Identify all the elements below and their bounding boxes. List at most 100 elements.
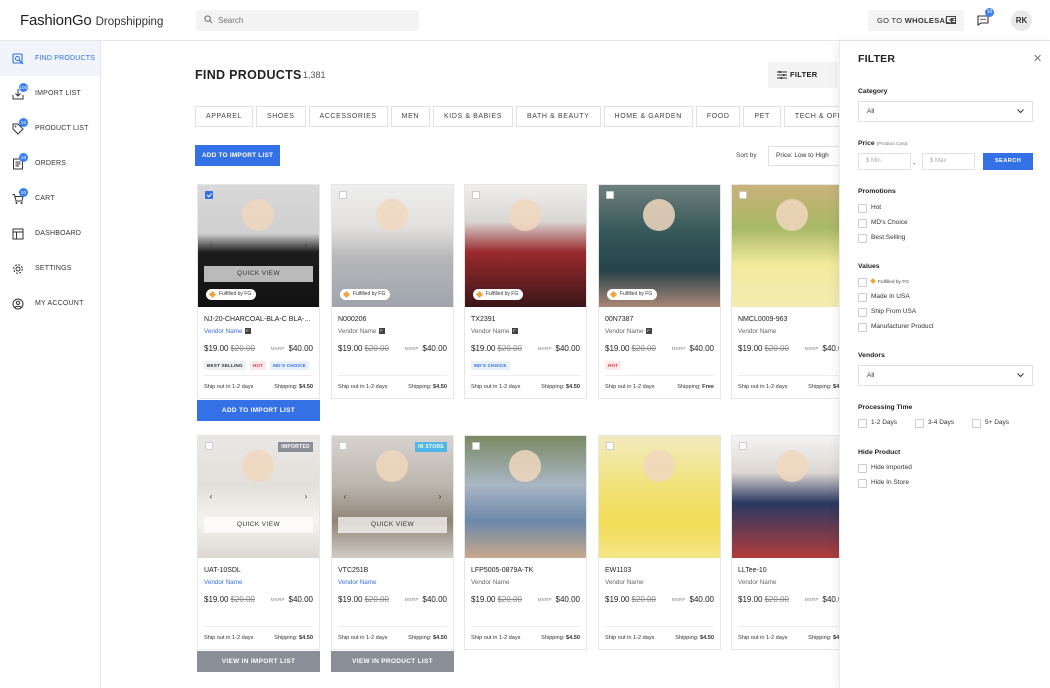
sidebar-item-orders[interactable]: 10 ORDERS xyxy=(0,146,100,181)
vendor-name[interactable]: Vendor Name xyxy=(738,328,777,335)
checkbox-1-2-days[interactable]: 1-2 Days xyxy=(858,419,897,429)
tab-kids-babies[interactable]: KIDS & BABIES xyxy=(433,106,514,127)
quick-view-button[interactable]: QUICK VIEW xyxy=(204,266,313,282)
vendor-name[interactable]: Vendor Name xyxy=(338,579,377,586)
product-checkbox[interactable] xyxy=(739,442,747,450)
product-sku[interactable]: VTC251B xyxy=(338,567,450,574)
product-checkbox[interactable] xyxy=(739,191,747,199)
product-checkbox[interactable] xyxy=(606,442,614,450)
vendor-name[interactable]: Vendor Name F xyxy=(471,328,518,335)
vendor-name[interactable]: Vendor Name xyxy=(204,579,243,586)
price-max-input[interactable]: $ Max xyxy=(922,153,975,170)
sidebar-item-find-products[interactable]: FIND PRODUCTS xyxy=(0,41,100,76)
close-icon[interactable]: ✕ xyxy=(1033,52,1042,65)
product-card[interactable]: IMPORTED ‹ › QUICK VIEW UAT-10SDL Vendor Name… xyxy=(197,435,320,650)
tab-food[interactable]: FOOD xyxy=(695,106,741,127)
add-to-import-list-card-button[interactable]: ADD TO IMPORT LIST xyxy=(197,400,320,421)
product-card[interactable]: Fulfilled by FG N000206 Vendor Name F $19.00… xyxy=(331,184,454,399)
product-sku[interactable]: NMCL0009-963 xyxy=(738,316,850,323)
chevron-right-icon[interactable]: › xyxy=(301,492,311,502)
product-sku[interactable]: LLTee-10 xyxy=(738,567,850,574)
product-sku[interactable]: TX2391 xyxy=(471,316,583,323)
product-sku[interactable]: UAT-10SDL xyxy=(204,567,316,574)
vendor-name[interactable]: Vendor Name xyxy=(738,579,777,586)
product-card[interactable]: NMCL0009-963 Vendor Name $19.00 $20.00 MSRP $… xyxy=(731,184,854,399)
tab-shoes[interactable]: SHOES xyxy=(255,106,306,127)
product-checkbox[interactable] xyxy=(205,442,213,450)
checkbox-fulfilled-by-fg[interactable]: Fulfilled by FG xyxy=(858,278,909,288)
checkbox-3-4-days[interactable]: 3-4 Days xyxy=(915,419,954,429)
quick-view-button[interactable]: QUICK VIEW xyxy=(204,517,313,533)
vendor-name[interactable]: Vendor Name F xyxy=(605,328,652,335)
checkbox-ship-from-usa[interactable]: Ship From USA xyxy=(858,308,916,318)
vendor-name[interactable]: Vendor Name F xyxy=(338,328,385,335)
product-image[interactable] xyxy=(732,185,853,307)
checkbox-hide-in-store[interactable]: Hide In Store xyxy=(858,479,909,489)
product-card[interactable]: Fulfilled by FG 00N7387 Vendor Name F $19.00… xyxy=(598,184,721,399)
checkbox-5-plus-days[interactable]: 5+ Days xyxy=(972,419,1009,429)
sidebar-item-cart[interactable]: 10 CART xyxy=(0,181,100,216)
tab-bath-beauty[interactable]: BATH & BEAUTY xyxy=(516,106,601,127)
product-checkbox[interactable] xyxy=(339,191,347,199)
vendor-name[interactable]: Vendor Name F xyxy=(204,328,251,335)
logo[interactable]: FashionGo Dropshipping xyxy=(20,12,163,29)
product-sku[interactable]: EW1103 xyxy=(605,567,717,574)
product-image[interactable] xyxy=(599,436,720,558)
product-sku[interactable]: NJ-20-CHARCOAL-BLA-C BLA-... xyxy=(204,316,316,323)
checkbox-manufacturer-product[interactable]: Manufacturer Product xyxy=(858,323,934,333)
checkbox-hide-imported[interactable]: Hide Imported xyxy=(858,464,912,474)
sidebar-item-settings[interactable]: SETTINGS xyxy=(0,251,100,286)
product-checkbox[interactable] xyxy=(472,191,480,199)
product-image[interactable] xyxy=(465,436,586,558)
product-sku[interactable]: LFP5005-0879A-TK xyxy=(471,567,583,574)
product-card[interactable]: LFP5005-0879A-TK Vendor Name $19.00 $20.00 M… xyxy=(464,435,587,650)
tab-men[interactable]: MEN xyxy=(390,106,431,127)
product-sku[interactable]: N000206 xyxy=(338,316,450,323)
go-to-wholesale-button[interactable]: GO TO WHOLESALE xyxy=(868,10,964,31)
tab-pet[interactable]: PET xyxy=(743,106,781,127)
price-search-button[interactable]: SEARCH xyxy=(983,153,1033,170)
product-sku[interactable]: 00N7387 xyxy=(605,316,717,323)
checkbox-mds-choice[interactable]: MD's Choice xyxy=(858,219,908,229)
product-checkbox[interactable] xyxy=(606,191,614,199)
product-card[interactable]: Fulfilled by FG TX2391 Vendor Name F $19.00 $… xyxy=(464,184,587,399)
checkbox-made-in-usa[interactable]: Made In USA xyxy=(858,293,910,303)
chevron-left-icon[interactable]: ‹ xyxy=(340,492,350,502)
product-checkbox[interactable] xyxy=(339,442,347,450)
tab-home-garden[interactable]: HOME & GARDEN xyxy=(603,106,693,127)
search-input[interactable] xyxy=(218,13,408,28)
sort-select[interactable]: Price: Low to High xyxy=(768,146,840,166)
vendor-name[interactable]: Vendor Name xyxy=(605,579,644,586)
chevron-right-icon[interactable]: › xyxy=(435,492,445,502)
chevron-left-icon[interactable]: ‹ xyxy=(206,492,216,502)
chevron-right-icon[interactable]: › xyxy=(301,241,311,251)
quick-view-button[interactable]: QUICK VIEW xyxy=(338,517,447,533)
vendors-select[interactable]: All xyxy=(858,365,1033,386)
view-in-import-list-button[interactable]: VIEW IN IMPORT LIST xyxy=(197,651,320,672)
category-select[interactable]: All xyxy=(858,101,1033,122)
sidebar-item-import-list[interactable]: 100 IMPORT LIST xyxy=(0,76,100,111)
product-card[interactable]: EW1103 Vendor Name $19.00 $20.00 MSRP $40.00 S… xyxy=(598,435,721,650)
tab-apparel[interactable]: APPAREL xyxy=(195,106,253,127)
chevron-left-icon[interactable]: ‹ xyxy=(206,241,216,251)
sidebar-item-my-account[interactable]: MY ACCOUNT xyxy=(0,286,100,321)
vendor-name[interactable]: Vendor Name xyxy=(471,579,510,586)
product-checkbox[interactable] xyxy=(205,191,213,199)
product-card[interactable]: LLTee-10 Vendor Name $19.00 $20.00 MSRP $40.0… xyxy=(731,435,854,650)
search-box[interactable] xyxy=(196,10,419,31)
checkbox-hot[interactable]: Hot xyxy=(858,204,881,214)
tab-accessories[interactable]: ACCESSORIES xyxy=(308,106,388,127)
product-checkbox[interactable] xyxy=(472,442,480,450)
product-card[interactable]: ‹ › QUICK VIEW Fulfilled by FG NJ-20-CHARCOA… xyxy=(197,184,320,399)
chat-button[interactable]: 10 xyxy=(977,8,994,31)
sidebar-item-product-list[interactable]: 10 PRODUCT LIST xyxy=(0,111,100,146)
checkbox-best-selling[interactable]: Best Selling xyxy=(858,234,905,244)
view-in-product-list-button[interactable]: VIEW IN PRODUCT LIST xyxy=(331,651,454,672)
sidebar-item-dashboard[interactable]: DASHBOARD xyxy=(0,216,100,251)
filter-button[interactable]: FILTER xyxy=(768,62,838,88)
product-image[interactable] xyxy=(732,436,853,558)
product-card[interactable]: IN STORE ‹ › QUICK VIEW VTC251B Vendor Name $1… xyxy=(331,435,454,650)
avatar[interactable]: RK xyxy=(1011,10,1032,31)
price-min-input[interactable]: $ Min xyxy=(858,153,911,170)
add-to-import-list-button[interactable]: ADD TO IMPORT LIST xyxy=(195,145,280,166)
